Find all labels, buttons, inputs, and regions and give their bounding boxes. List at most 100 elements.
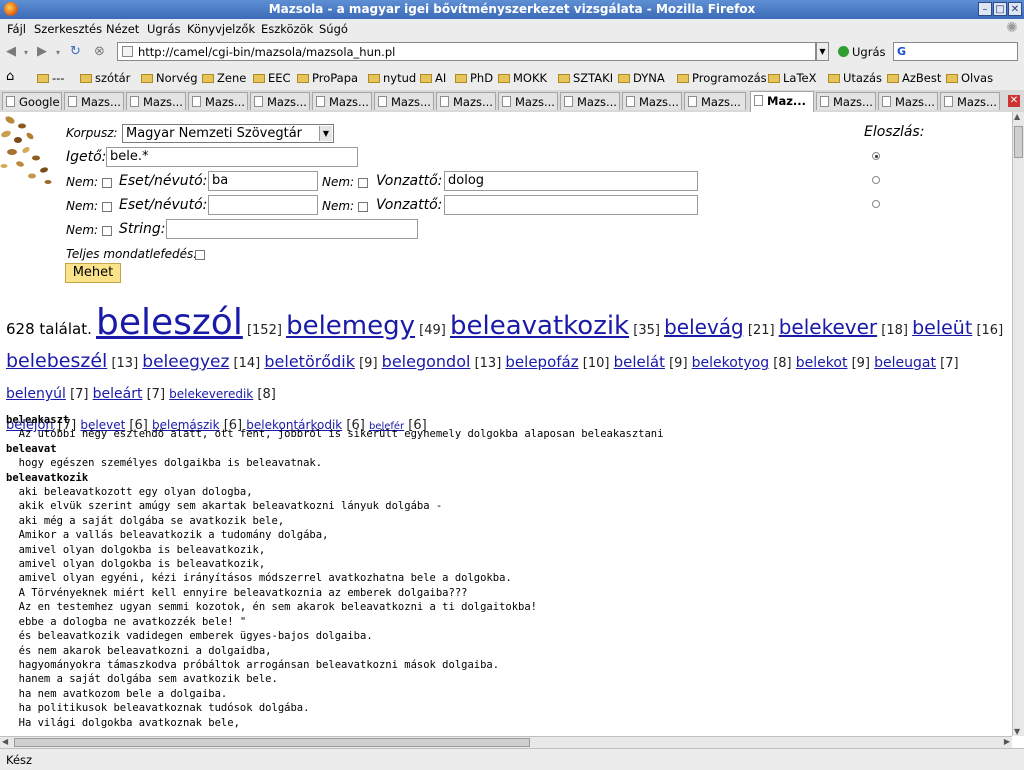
bookmark-folder[interactable]: DYNA bbox=[618, 71, 665, 85]
cloud-link[interactable]: beleüt bbox=[912, 317, 972, 339]
tab-mazsola[interactable]: Mazs... bbox=[312, 92, 372, 110]
nem-checkbox-eset-2[interactable] bbox=[102, 202, 112, 212]
close-button[interactable]: ✕ bbox=[1008, 2, 1022, 16]
forward-icon[interactable]: ▶ bbox=[37, 44, 47, 59]
vertical-scroll-thumb[interactable] bbox=[1014, 126, 1023, 158]
bookmark-folder[interactable]: MOKK bbox=[498, 71, 547, 85]
cloud-link[interactable]: belemegy bbox=[286, 311, 415, 341]
bookmark-folder[interactable]: AzBest bbox=[887, 71, 941, 85]
horizontal-scroll-thumb[interactable] bbox=[14, 738, 530, 747]
menu-file[interactable]: Fájl bbox=[7, 22, 26, 36]
cloud-link[interactable]: belelát bbox=[614, 353, 665, 371]
tab-mazsola[interactable]: Mazs... bbox=[188, 92, 248, 110]
url-history-dropdown[interactable]: ▼ bbox=[816, 42, 829, 61]
nem-checkbox-string[interactable] bbox=[102, 226, 112, 236]
teljes-checkbox[interactable] bbox=[195, 250, 205, 260]
bookmark-folder[interactable]: ProPapa bbox=[297, 71, 358, 85]
url-text[interactable]: http://camel/cgi-bin/mazsola/mazsola_hun… bbox=[138, 45, 395, 59]
scroll-up-icon[interactable]: ▲ bbox=[1014, 112, 1020, 121]
scroll-right-icon[interactable]: ▶ bbox=[1004, 737, 1010, 746]
cloud-link[interactable]: beleavatkozik bbox=[450, 311, 629, 341]
bookmark-folder[interactable]: LaTeX bbox=[768, 71, 816, 85]
tab-mazsola[interactable]: Mazs... bbox=[878, 92, 938, 110]
menu-edit[interactable]: Szerkesztés bbox=[34, 22, 102, 36]
maximize-button[interactable]: □ bbox=[993, 2, 1007, 16]
nem-checkbox-eset-1[interactable] bbox=[102, 178, 112, 188]
vertical-scrollbar[interactable]: ▲ ▼ bbox=[1012, 112, 1024, 736]
tab-mazsola[interactable]: Mazs... bbox=[374, 92, 434, 110]
tab-mazsola[interactable]: Mazs... bbox=[560, 92, 620, 110]
eset-input-2[interactable] bbox=[208, 195, 318, 215]
scroll-left-icon[interactable]: ◀ bbox=[2, 737, 8, 746]
cloud-link[interactable]: belegondol bbox=[382, 352, 471, 371]
tab-mazsola[interactable]: Mazs... bbox=[816, 92, 876, 110]
close-tab-icon[interactable]: ✕ bbox=[1008, 95, 1020, 107]
tab-mazsola[interactable]: Mazs... bbox=[622, 92, 682, 110]
eset-input-1[interactable]: ba bbox=[208, 171, 318, 191]
cloud-link[interactable]: beleárt bbox=[93, 386, 143, 402]
bookmark-folder[interactable]: SZTAKI bbox=[558, 71, 613, 85]
tab-mazsola[interactable]: Mazs... bbox=[498, 92, 558, 110]
cloud-link[interactable]: belekeveredik bbox=[169, 387, 253, 401]
menu-help[interactable]: Súgó bbox=[319, 22, 348, 36]
menu-go[interactable]: Ugrás bbox=[147, 22, 180, 36]
bookmark-folder[interactable]: --- bbox=[37, 71, 64, 85]
back-dropdown-icon[interactable]: ▾ bbox=[24, 48, 28, 57]
scroll-down-icon[interactable]: ▼ bbox=[1014, 727, 1020, 736]
cloud-link[interactable]: belevág bbox=[664, 315, 744, 339]
bookmark-folder[interactable]: Norvég bbox=[141, 71, 198, 85]
tab-mazsola-active[interactable]: Maz... bbox=[750, 91, 814, 112]
bookmark-folder[interactable]: PhD bbox=[455, 71, 493, 85]
bookmark-folder[interactable]: Programozás bbox=[677, 71, 767, 85]
tab-mazsola[interactable]: Mazs... bbox=[436, 92, 496, 110]
cloud-link[interactable]: belenyúl bbox=[6, 386, 66, 402]
cloud-link[interactable]: belekot bbox=[796, 355, 848, 371]
tab-google[interactable]: Google bbox=[2, 92, 62, 110]
bookmark-folder[interactable]: Zene bbox=[202, 71, 246, 85]
cloud-link[interactable]: belekever bbox=[779, 315, 877, 339]
eloszlas-radio-3[interactable] bbox=[872, 200, 880, 208]
eloszlas-radio-1[interactable] bbox=[872, 152, 880, 160]
tab-mazsola[interactable]: Mazs... bbox=[940, 92, 1000, 110]
cloud-link[interactable]: beleegyez bbox=[142, 352, 229, 372]
bookmark-folder[interactable]: szótár bbox=[80, 71, 130, 85]
forward-dropdown-icon[interactable]: ▾ bbox=[56, 48, 60, 57]
cloud-link[interactable]: belepofáz bbox=[505, 353, 578, 371]
menu-view[interactable]: Nézet bbox=[106, 22, 139, 36]
vonzatto-input-2[interactable] bbox=[444, 195, 698, 215]
igeto-input[interactable]: bele.* bbox=[106, 147, 358, 167]
tab-mazsola[interactable]: Mazs... bbox=[250, 92, 310, 110]
tab-mazsola[interactable]: Mazs... bbox=[64, 92, 124, 110]
google-search-icon[interactable]: G bbox=[897, 45, 906, 58]
cloud-link[interactable]: beleugat bbox=[874, 355, 936, 371]
tab-mazsola[interactable]: Mazs... bbox=[684, 92, 746, 110]
bookmark-folder[interactable]: nytud bbox=[368, 71, 416, 85]
nem-checkbox-vonzat-1[interactable] bbox=[358, 178, 368, 188]
stop-icon[interactable]: ⊗ bbox=[94, 44, 105, 59]
submit-button[interactable]: Mehet bbox=[65, 263, 121, 283]
minimize-button[interactable]: – bbox=[978, 2, 992, 16]
bookmark-folder[interactable]: Utazás bbox=[828, 71, 882, 85]
tab-mazsola[interactable]: Mazs... bbox=[126, 92, 186, 110]
cloud-link[interactable]: belekotyog bbox=[692, 355, 769, 371]
bookmark-folder[interactable]: AI bbox=[420, 71, 446, 85]
korpusz-select[interactable]: Magyar Nemzeti Szövegtár ▼ bbox=[122, 124, 334, 143]
reload-icon[interactable]: ↻ bbox=[70, 44, 81, 59]
cloud-link[interactable]: belebeszél bbox=[6, 350, 107, 372]
eloszlas-radio-2[interactable] bbox=[872, 176, 880, 184]
cloud-link[interactable]: beletörődik bbox=[264, 352, 355, 371]
vonzatto-input-1[interactable]: dolog bbox=[444, 171, 698, 191]
home-icon[interactable]: ⌂ bbox=[6, 69, 14, 84]
go-button[interactable]: Ugrás bbox=[838, 45, 885, 59]
menu-tools[interactable]: Eszközök bbox=[261, 22, 313, 36]
bookmark-folder[interactable]: EEC bbox=[253, 71, 291, 85]
cloud-link[interactable]: beleszól bbox=[96, 302, 243, 343]
string-input[interactable] bbox=[166, 219, 418, 239]
url-bar[interactable]: http://camel/cgi-bin/mazsola/mazsola_hun… bbox=[117, 42, 816, 61]
menu-bookmarks[interactable]: Könyvjelzők bbox=[187, 22, 255, 36]
nem-checkbox-vonzat-2[interactable] bbox=[358, 202, 368, 212]
search-box[interactable]: G bbox=[893, 42, 1018, 61]
back-icon[interactable]: ◀ bbox=[6, 44, 16, 59]
horizontal-scrollbar[interactable]: ◀ ▶ bbox=[0, 736, 1012, 748]
bookmark-folder[interactable]: Olvas bbox=[946, 71, 993, 85]
